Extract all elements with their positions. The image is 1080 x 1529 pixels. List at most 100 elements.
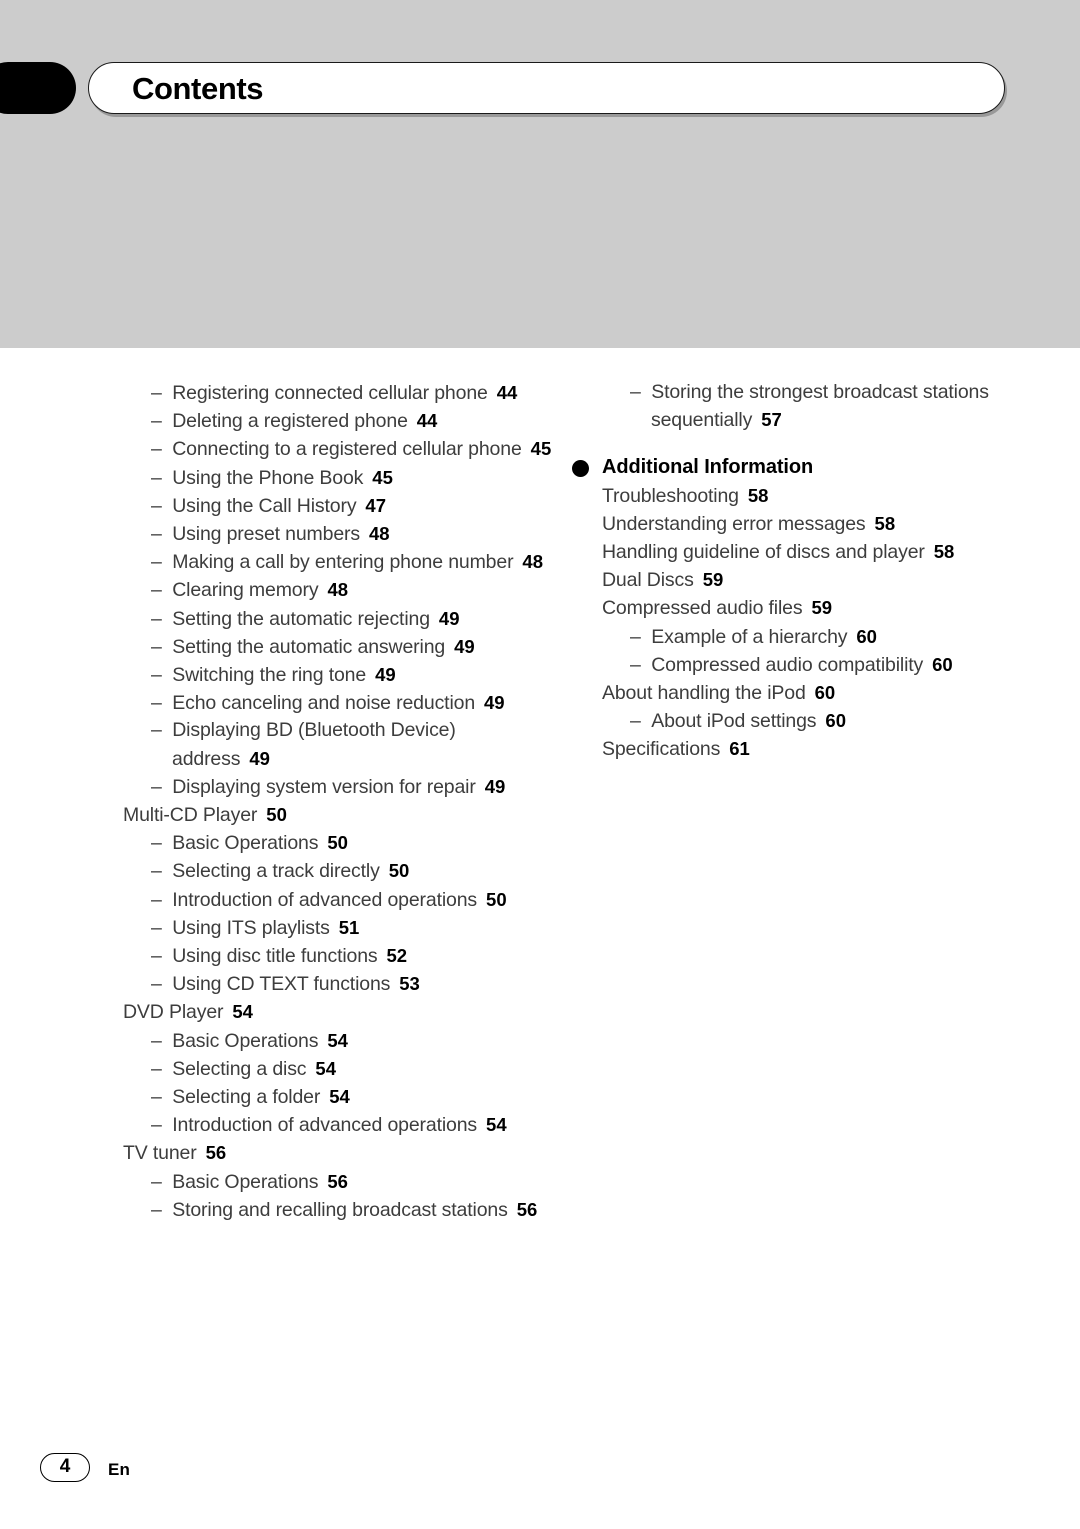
toc-entry[interactable]: – Using the Phone Book 45 — [123, 464, 553, 492]
toc-entry-page: 59 — [811, 597, 833, 619]
entry-dash: – — [151, 607, 173, 630]
toc-entry-label: Example of a hierarchy — [651, 625, 848, 648]
entry-dash: – — [151, 719, 173, 742]
toc-entry[interactable]: – Using the Call History 47 — [123, 492, 553, 520]
entry-dash: – — [151, 410, 173, 433]
toc-entry[interactable]: – Displaying BD (Bluetooth Device) addre… — [123, 717, 553, 772]
toc-entry-label: Switching the ring tone — [172, 664, 367, 687]
entry-dash: – — [151, 523, 173, 546]
toc-entry[interactable]: – Using preset numbers 48 — [123, 520, 553, 548]
toc-entry-page: 60 — [825, 710, 846, 732]
toc-entry[interactable]: – Using disc title functions 52 — [123, 942, 553, 970]
toc-entry[interactable]: – Making a call by entering phone number… — [123, 548, 553, 576]
toc-entry-page: 48 — [522, 551, 543, 573]
toc-entry[interactable]: – Basic Operations 56 — [123, 1168, 553, 1196]
page-footer: 4 En — [40, 1453, 340, 1493]
toc-entry[interactable]: – Storing and recalling broadcast statio… — [123, 1196, 553, 1224]
toc-entry[interactable]: – Example of a hierarchy 60 — [602, 623, 1032, 651]
toc-entry-label: Echo canceling and noise reduction — [172, 692, 476, 715]
toc-entry-page: 47 — [365, 494, 386, 516]
contents-page: Contents – Registering connected cellula… — [0, 0, 1080, 1529]
entry-dash: – — [151, 945, 173, 968]
toc-entry[interactable]: – Registering connected cellular phone 44 — [123, 379, 553, 407]
toc-entry-page: 58 — [747, 484, 769, 506]
toc-entry-page: 45 — [530, 438, 552, 460]
toc-entry-page: 54 — [315, 1057, 336, 1079]
toc-entry[interactable]: – Basic Operations 54 — [123, 1027, 553, 1055]
toc-entry-label: Storing the strongest broadcast stations… — [651, 381, 989, 432]
toc-entry-page: 48 — [369, 523, 390, 545]
toc-entry-label: Connecting to a registered cellular phon… — [172, 438, 522, 461]
toc-entry[interactable]: – Setting the automatic answering 49 — [123, 633, 553, 661]
toc-entry-label: Using preset numbers — [172, 523, 360, 546]
toc-entry[interactable]: – Introduction of advanced operations 50 — [123, 886, 553, 914]
toc-entry[interactable]: About handling the iPod 60 — [602, 679, 1032, 707]
toc-entry[interactable]: – Clearing memory 48 — [123, 576, 553, 604]
toc-entry-label: Using ITS playlists — [172, 916, 330, 939]
toc-entry-label: Selecting a disc — [172, 1057, 307, 1080]
toc-entry[interactable]: – Deleting a registered phone 44 — [123, 407, 553, 435]
toc-entry-page: 49 — [375, 664, 396, 686]
toc-entry-page: 45 — [372, 466, 393, 488]
toc-entry-page: 58 — [933, 541, 955, 563]
entry-dash: – — [151, 1029, 173, 1052]
toc-entry-page: 44 — [416, 410, 438, 432]
toc-entry-page: 49 — [484, 775, 506, 797]
toc-entry[interactable]: – Selecting a track directly 50 — [123, 857, 553, 885]
toc-entry-label: Registering connected cellular phone — [172, 382, 488, 404]
toc-entry[interactable]: – Selecting a folder 54 — [123, 1083, 553, 1111]
toc-entry[interactable]: – Basic Operations 50 — [123, 829, 553, 857]
toc-entry-label: Using CD TEXT functions — [172, 973, 391, 996]
toc-entry[interactable]: – Storing the strongest broadcast statio… — [602, 379, 1032, 434]
toc-column-left: – Registering connected cellular phone 44… — [123, 379, 553, 1224]
toc-entry[interactable]: – Using CD TEXT functions 53 — [123, 970, 553, 998]
toc-entry[interactable]: TV tuner 56 — [123, 1139, 553, 1167]
toc-entry[interactable]: – Using ITS playlists 51 — [123, 914, 553, 942]
toc-entry-label: Setting the automatic rejecting — [172, 607, 430, 630]
toc-entry[interactable]: Handling guideline of discs and player 58 — [602, 538, 1032, 566]
toc-entry-label: Clearing memory — [172, 579, 319, 602]
page-title: Contents — [132, 71, 264, 106]
toc-entry[interactable]: – Introduction of advanced operations 54 — [123, 1111, 553, 1139]
toc-entry-page: 57 — [761, 409, 782, 431]
toc-entry-page: 50 — [266, 804, 287, 826]
toc-entry-label: Multi-CD Player — [123, 804, 258, 827]
toc-entry[interactable]: – About iPod settings 60 — [602, 707, 1032, 735]
toc-entry[interactable]: – Compressed audio compatibility 60 — [602, 651, 1032, 679]
toc-entry[interactable]: Compressed audio files 59 — [602, 594, 1032, 622]
toc-entry-page: 52 — [386, 945, 408, 967]
entry-dash: – — [151, 860, 173, 883]
toc-entry[interactable]: Troubleshooting 58 — [602, 482, 1032, 510]
toc-entry-label: Using the Phone Book — [172, 466, 364, 489]
toc-entry-label: Basic Operations — [172, 1170, 319, 1193]
toc-column-right: – Storing the strongest broadcast statio… — [572, 379, 1032, 764]
toc-entry[interactable]: – Echo canceling and noise reduction 49 — [123, 689, 553, 717]
entry-dash: – — [630, 710, 652, 733]
toc-entry[interactable]: Specifications 61 — [602, 735, 1032, 763]
toc-entry[interactable]: Understanding error messages 58 — [602, 510, 1032, 538]
toc-entry-label: Troubleshooting — [602, 484, 739, 507]
toc-entry[interactable]: – Connecting to a registered cellular ph… — [123, 435, 553, 463]
toc-entry-page: 56 — [205, 1142, 227, 1164]
toc-entry[interactable]: – Switching the ring tone 49 — [123, 661, 553, 689]
toc-entry[interactable]: – Selecting a disc 54 — [123, 1055, 553, 1083]
toc-entry-page: 54 — [329, 1086, 350, 1108]
entry-dash: – — [151, 438, 173, 461]
toc-entry-page: 54 — [232, 1001, 253, 1023]
entry-dash: – — [151, 579, 173, 602]
toc-entry-label: Using the Call History — [172, 494, 357, 517]
toc-entry[interactable]: DVD Player 54 — [123, 998, 553, 1026]
entry-dash: – — [151, 692, 173, 715]
black-tab-marker-icon — [0, 62, 76, 114]
toc-entry[interactable]: – Displaying system version for repair 49 — [123, 773, 553, 801]
entry-dash: – — [630, 625, 652, 648]
entry-dash: – — [151, 973, 173, 996]
toc-entry-page: 60 — [814, 682, 836, 704]
toc-entry-page: 50 — [327, 832, 348, 854]
toc-entry-label: Basic Operations — [172, 1029, 319, 1052]
toc-entry-page: 54 — [486, 1114, 507, 1136]
toc-entry[interactable]: Multi-CD Player 50 — [123, 801, 553, 829]
toc-entry[interactable]: Dual Discs 59 — [602, 566, 1032, 594]
toc-entry[interactable]: – Setting the automatic rejecting 49 — [123, 605, 553, 633]
toc-entry-page: 53 — [399, 973, 420, 995]
